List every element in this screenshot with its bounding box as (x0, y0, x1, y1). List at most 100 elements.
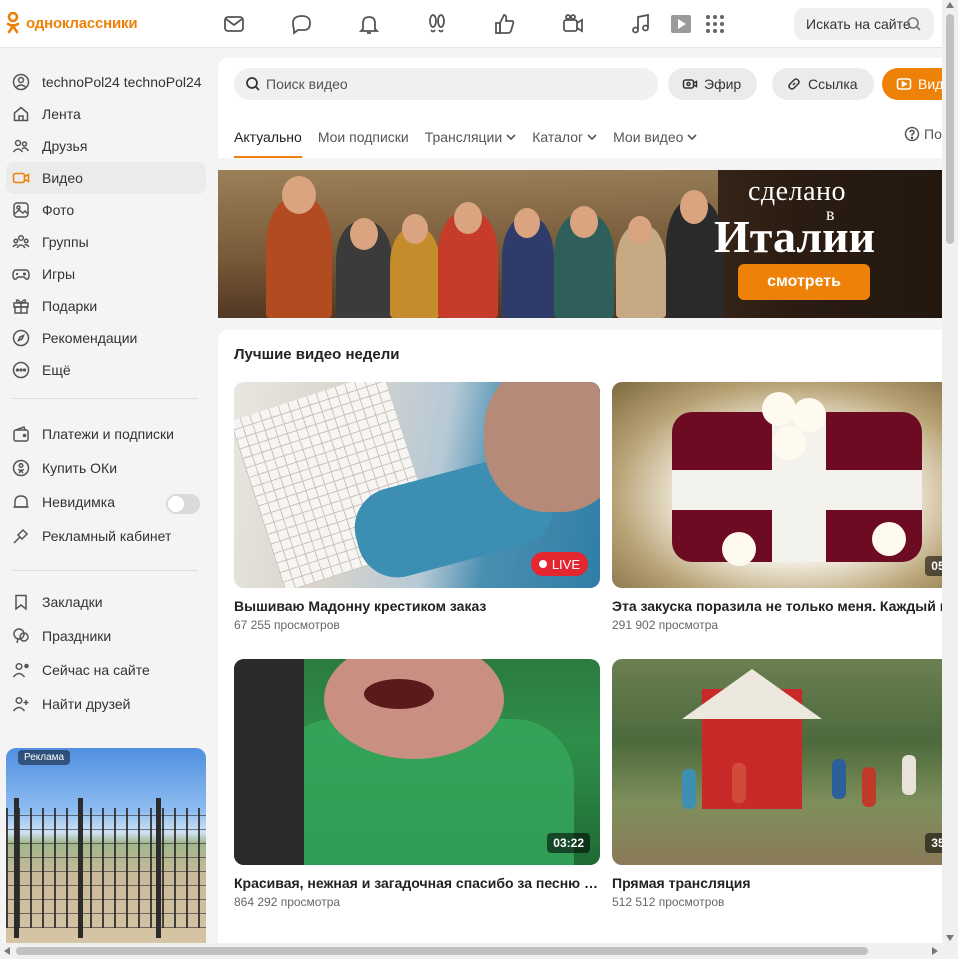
apps-grid-icon[interactable] (703, 12, 727, 36)
sidebar-item-groups[interactable]: Группы (6, 226, 206, 258)
video-camera-icon[interactable] (561, 12, 585, 36)
banner-person (266, 198, 332, 318)
thumb-art (234, 659, 304, 865)
vertical-scrollbar[interactable] (942, 0, 958, 943)
guests-icon[interactable] (425, 12, 449, 36)
sidebar-item-gifts[interactable]: Подарки (6, 290, 206, 322)
tab-actual[interactable]: Актуально (234, 116, 302, 158)
sidebar-item-payments[interactable]: Платежи и подписки (6, 418, 206, 450)
horizontal-scrollbar[interactable] (0, 943, 958, 959)
sidebar-item-label: Ещё (42, 362, 71, 378)
banner-watch-button[interactable]: смотреть (738, 264, 870, 300)
ad-fence-post (78, 798, 83, 938)
video-play-icon[interactable] (669, 12, 693, 36)
likes-icon[interactable] (493, 12, 517, 36)
sidebar-item-photo[interactable]: Фото (6, 194, 206, 226)
thumb-art (872, 522, 906, 556)
chat-icon[interactable] (289, 12, 313, 36)
live-badge-label: LIVE (551, 556, 580, 572)
video-title[interactable]: Вышиваю Мадонну крестиком заказ (234, 598, 600, 614)
tab-my-videos[interactable]: Мои видео (613, 116, 697, 158)
thumb-art (672, 470, 922, 510)
sidebar-item-buy-ok[interactable]: Купить ОКи (6, 452, 206, 484)
chevron-down-icon (506, 134, 516, 141)
scroll-down-arrow-icon[interactable] (946, 935, 954, 941)
banner-person-head (570, 206, 598, 238)
sidebar-item-recommendations[interactable]: Рекомендации (6, 322, 206, 354)
ok-logo[interactable]: одноклассники (6, 12, 138, 34)
sidebar-item-online[interactable]: Сейчас на сайте (6, 654, 206, 686)
video-title[interactable]: Эта закуска поразила не только меня. Каж… (612, 598, 942, 614)
video-card[interactable]: 05:55 Эта закуска поразила не только мен… (612, 382, 942, 632)
sidebar-item-ad-cabinet[interactable]: Рекламный кабинет (6, 520, 206, 552)
bell-icon[interactable] (357, 12, 381, 36)
video-card[interactable]: 03:22 Красивая, нежная и загадочная спас… (234, 659, 600, 909)
sidebar-item-label: Невидимка (42, 494, 115, 510)
mail-icon[interactable] (222, 12, 246, 36)
link-button-label: Ссылка (808, 76, 858, 92)
sidebar-item-friends[interactable]: Друзья (6, 130, 206, 162)
sidebar-item-video[interactable]: Видео (6, 162, 206, 194)
sidebar-item-find-friends[interactable]: Найти друзей (6, 688, 206, 720)
link-button[interactable]: Ссылка (772, 68, 874, 100)
sidebar-item-profile[interactable]: technoPol24 technoPol24 (6, 66, 206, 98)
sidebar-item-bookmarks[interactable]: Закладки (6, 586, 206, 618)
sidebar-item-feed[interactable]: Лента (6, 98, 206, 130)
sidebar-ad[interactable]: Реклама (6, 748, 206, 959)
video-search-placeholder: Поиск видео (266, 76, 348, 92)
live-button[interactable]: Эфир (668, 68, 758, 100)
sidebar-item-label: Фото (42, 202, 75, 218)
sidebar-item-label: Праздники (42, 628, 112, 644)
tab-label: Каталог (532, 129, 584, 145)
tab-my-subscriptions[interactable]: Мои подписки (318, 116, 409, 158)
sidebar-item-games[interactable]: Игры (6, 258, 206, 290)
tab-broadcasts[interactable]: Трансляции (425, 116, 516, 158)
sidebar-item-label: Лента (42, 106, 81, 122)
holidays-icon (12, 627, 30, 645)
vertical-scroll-thumb[interactable] (946, 14, 954, 244)
invisible-toggle[interactable] (166, 494, 200, 514)
sidebar-item-more[interactable]: Ещё (6, 354, 206, 386)
sidebar-item-invisible[interactable]: Невидимка (6, 486, 206, 518)
sidebar-item-label: Рекламный кабинет (42, 528, 172, 544)
home-icon (12, 105, 30, 123)
search-icon (246, 77, 260, 91)
video-thumbnail[interactable]: 35:12 (612, 659, 942, 865)
video-thumbnail[interactable]: LIVE (234, 382, 600, 588)
site-search-placeholder: Искать на сайте (806, 16, 911, 32)
sidebar-item-label: Группы (42, 234, 89, 250)
sidebar-item-label: Платежи и подписки (42, 426, 174, 442)
scroll-left-arrow-icon[interactable] (4, 947, 10, 955)
upload-video-icon (896, 78, 912, 90)
video-card[interactable]: 35:12 Прямая трансляция 512 512 просмотр… (612, 659, 942, 909)
banner-person-head (454, 202, 482, 234)
video-duration: 05:55 (925, 556, 942, 576)
sidebar-item-label: Рекомендации (42, 330, 138, 346)
banner-person-head (628, 216, 652, 244)
chevron-down-icon (587, 134, 597, 141)
video-duration: 35:12 (925, 833, 942, 853)
video-title[interactable]: Прямая трансляция (612, 875, 942, 891)
video-thumbnail[interactable]: 05:55 (612, 382, 942, 588)
scroll-up-arrow-icon[interactable] (946, 2, 954, 8)
tab-label: Мои видео (613, 129, 684, 145)
photo-icon (12, 201, 30, 219)
video-title[interactable]: Красивая, нежная и загадочная спасибо за… (234, 875, 600, 891)
horizontal-scroll-thumb[interactable] (16, 947, 868, 955)
scroll-right-arrow-icon[interactable] (932, 947, 938, 955)
promo-banner[interactable]: сделано в Италии смотреть (218, 170, 942, 318)
banner-person-head (402, 214, 428, 244)
site-search-input[interactable]: Искать на сайте (794, 8, 934, 40)
video-thumbnail[interactable]: 03:22 (234, 659, 600, 865)
video-card[interactable]: LIVE Вышиваю Мадонну крестиком заказ 67 … (234, 382, 600, 632)
video-search-input[interactable]: Поиск видео (234, 68, 658, 100)
groups-icon (12, 233, 30, 251)
tab-catalog[interactable]: Каталог (532, 116, 597, 158)
sidebar-item-label: Сейчас на сайте (42, 662, 150, 678)
sidebar-item-label: Найти друзей (42, 696, 131, 712)
compass-icon (12, 329, 30, 347)
sidebar-item-label: Игры (42, 266, 76, 282)
music-icon[interactable] (629, 12, 653, 36)
chevron-down-icon (687, 134, 697, 141)
sidebar-item-holidays[interactable]: Праздники (6, 620, 206, 652)
